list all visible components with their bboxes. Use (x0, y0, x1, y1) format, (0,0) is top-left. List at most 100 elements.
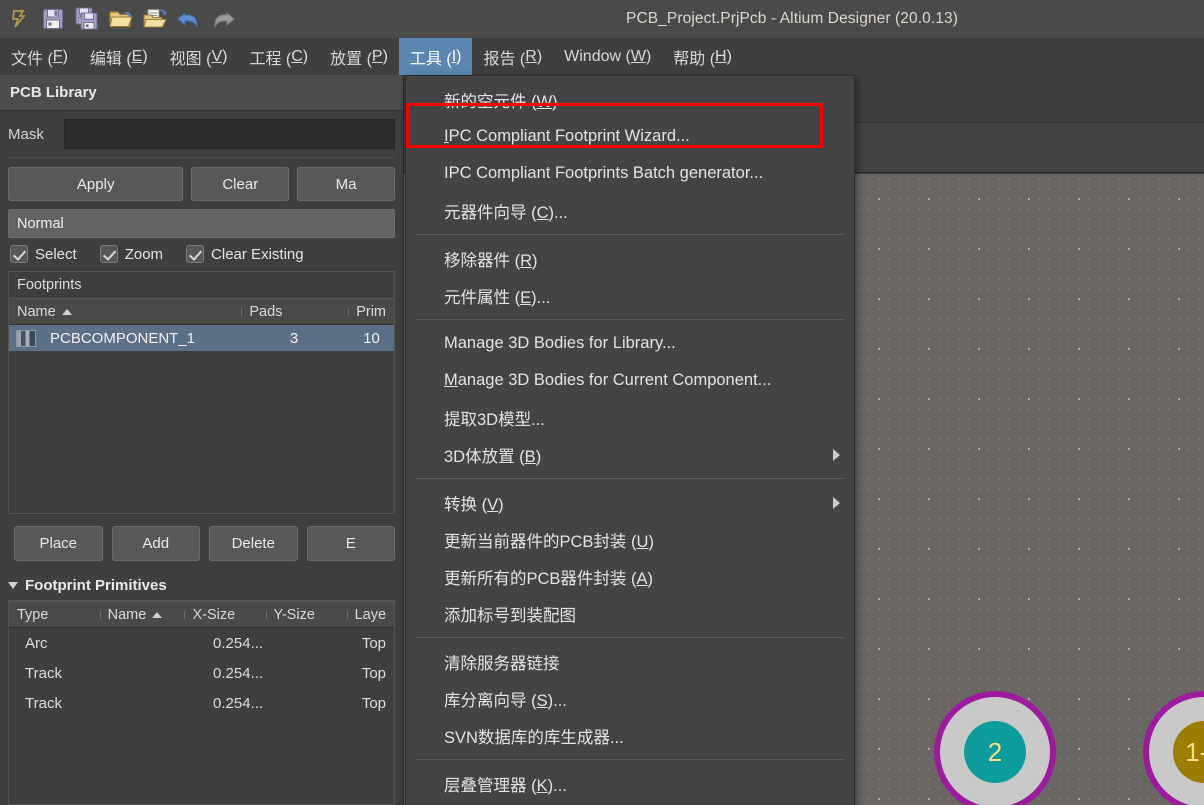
menu-item-ipc-compliant-footprint-wizard[interactable]: IPC Compliant Footprint Wizard... (406, 118, 854, 155)
options-row: Select Zoom Clear Existing (0, 238, 403, 269)
pcb-pad-2[interactable]: 2 (934, 691, 1056, 805)
table-row[interactable]: Track 0.254... Top (9, 688, 394, 718)
menu-item-library-splitter-wizard[interactable]: 库分离向导 (S)... (406, 680, 854, 717)
menu-file[interactable]: 文件 (F) (0, 38, 79, 75)
primitive-type: Arc (25, 634, 48, 652)
column-header-prim-name-label: Name (107, 606, 147, 623)
edit-button[interactable]: E (306, 526, 395, 561)
menu-item-convert[interactable]: 转换 (V) (406, 484, 854, 521)
pad-hole: 2 (964, 721, 1026, 783)
footprint-prim: 10 (363, 329, 380, 347)
primitive-layer: Top (361, 694, 386, 712)
menu-item-update-current-pcb-footprint[interactable]: 更新当前器件的PCB封装 (U) (406, 521, 854, 558)
menu-separator (416, 637, 844, 638)
table-row[interactable]: PCBCOMPONENT_1 3 10 (9, 325, 394, 351)
menu-item-component-properties[interactable]: 元件属性 (E)... (406, 277, 854, 314)
checkbox-mark-icon (99, 245, 118, 263)
column-header-xsize-label: X-Size (192, 606, 236, 623)
footprint-primitives-label: Footprint Primitives (25, 577, 167, 594)
column-header-ysize-label: Y-Size (273, 606, 315, 623)
column-header-type[interactable]: Type (9, 607, 100, 623)
footprint-name: PCBCOMPONENT_1 (50, 329, 196, 347)
primitives-table: Type Name X-Size Y-Size Laye Arc 0.254..… (8, 600, 395, 805)
table-row[interactable]: Track 0.254... Top (9, 658, 394, 688)
mask-input[interactable] (64, 119, 395, 149)
menu-bar: 文件 (F) 编辑 (E) 视图 (V) 工程 (C) 放置 (P) 工具 (I… (0, 38, 1204, 75)
menu-item-layer-stack-manager[interactable]: 层叠管理器 (K)... (406, 765, 854, 802)
menu-item-manage-3d-bodies-for-library[interactable]: Manage 3D Bodies for Library... (406, 325, 854, 362)
select-checkbox[interactable]: Select (10, 245, 77, 263)
column-header-prim-name[interactable]: Name (99, 606, 185, 623)
mask-row: Mask (0, 111, 403, 155)
menu-item-component-wizard[interactable]: 元器件向导 (C)... (406, 192, 854, 229)
checkbox-mark-icon (10, 245, 28, 263)
column-header-name-label: Name (17, 303, 56, 320)
footprint-action-buttons: Place Add Delete E (0, 514, 403, 569)
column-header-ysize[interactable]: Y-Size (265, 606, 347, 623)
filter-button-row: Apply Clear Ma (0, 158, 403, 207)
sort-ascending-icon (61, 308, 72, 315)
display-mode-value: Normal (17, 215, 64, 232)
footprints-list[interactable]: PCBCOMPONENT_1 3 10 (9, 325, 394, 513)
display-mode-select[interactable]: Normal (8, 209, 395, 238)
menu-item-manage-3d-bodies-for-current-component[interactable]: Manage 3D Bodies for Current Component..… (406, 362, 854, 399)
primitive-type: Track (25, 664, 62, 682)
checkbox-mark-icon (186, 245, 205, 263)
menu-place[interactable]: 放置 (P) (319, 38, 399, 75)
place-button[interactable]: Place (14, 526, 103, 561)
add-button[interactable]: Add (111, 526, 200, 561)
pad-hole: 1-2 (1173, 721, 1204, 783)
column-header-name[interactable]: Name (9, 304, 241, 320)
sort-ascending-icon (152, 611, 163, 618)
menu-window[interactable]: Window (W) (553, 38, 662, 75)
menu-reports[interactable]: 报告 (R) (472, 38, 553, 75)
title-bar: PCB_Project.PrjPcb - Altium Designer (20… (0, 0, 1204, 38)
primitive-xsize: 0.254... (213, 634, 264, 652)
pad-number-label: 2 (987, 736, 1003, 767)
tools-dropdown-menu[interactable]: 新的空元件 (W) IPC Compliant Footprint Wizard… (405, 75, 855, 805)
menu-item-3d-body-placement[interactable]: 3D体放置 (B) (406, 436, 854, 473)
column-header-layer-label: Laye (354, 606, 387, 623)
clear-button[interactable]: Clear (191, 167, 290, 201)
footprints-group-title: Footprints (9, 272, 394, 298)
column-header-xsize[interactable]: X-Size (184, 607, 265, 623)
menu-item-ipc-compliant-footprints-batch-generator[interactable]: IPC Compliant Footprints Batch generator… (406, 155, 854, 192)
apply-button[interactable]: Apply (8, 167, 184, 201)
collapse-triangle-icon (8, 582, 18, 589)
menu-project[interactable]: 工程 (C) (238, 38, 319, 75)
menu-separator (416, 478, 844, 479)
delete-button[interactable]: Delete (209, 526, 298, 561)
column-header-prim-label: Prim (356, 303, 386, 320)
menu-separator (416, 759, 844, 760)
window-title: PCB_Project.PrjPcb - Altium Designer (20… (626, 10, 958, 27)
menu-item-update-all-pcb-footprints[interactable]: 更新所有的PCB器件封装 (A) (406, 558, 854, 595)
submenu-arrow-icon (833, 448, 840, 461)
menu-view[interactable]: 视图 (V) (159, 38, 239, 75)
menu-item-extract-3d-model[interactable]: 提取3D模型... (406, 399, 854, 436)
menu-item-add-designator-to-assembly[interactable]: 添加标号到装配图 (406, 595, 854, 632)
primitives-table-header: Type Name X-Size Y-Size Laye (9, 601, 394, 628)
footprint-primitives-section[interactable]: Footprint Primitives (0, 569, 403, 600)
menu-help[interactable]: 帮助 (H) (662, 38, 743, 75)
menu-separator (416, 234, 844, 235)
column-header-pads[interactable]: Pads (241, 304, 348, 320)
column-header-prim[interactable]: Prim (348, 304, 394, 320)
menu-item-new-blank-component[interactable]: 新的空元件 (W) (406, 81, 854, 118)
menu-item-svn-database-library-maker[interactable]: SVN数据库的库生成器... (406, 717, 854, 754)
magnify-button[interactable]: Ma (297, 167, 395, 201)
select-checkbox-label: Select (35, 245, 77, 263)
pad-number-label: 1-2 (1185, 736, 1204, 767)
pcb-pad-1-2[interactable]: 1-2 (1143, 691, 1204, 805)
menu-item-clear-server-link[interactable]: 清除服务器链接 (406, 643, 854, 680)
menu-edit[interactable]: 编辑 (E) (79, 38, 159, 75)
menu-item-remove-component[interactable]: 移除器件 (R) (406, 240, 854, 277)
clear-existing-checkbox[interactable]: Clear Existing (186, 245, 304, 263)
column-header-pads-label: Pads (249, 303, 283, 320)
column-header-layer[interactable]: Laye (346, 606, 394, 623)
menu-tools[interactable]: 工具 (I) (398, 38, 473, 75)
footprints-table-header: Name Pads Prim (9, 298, 394, 325)
panel-title: PCB Library (0, 75, 403, 111)
altium-designer-window: PCB_Project.PrjPcb - Altium Designer (20… (0, 0, 1204, 805)
table-row[interactable]: Arc 0.254... Top (9, 628, 394, 658)
zoom-checkbox[interactable]: Zoom (99, 245, 163, 263)
